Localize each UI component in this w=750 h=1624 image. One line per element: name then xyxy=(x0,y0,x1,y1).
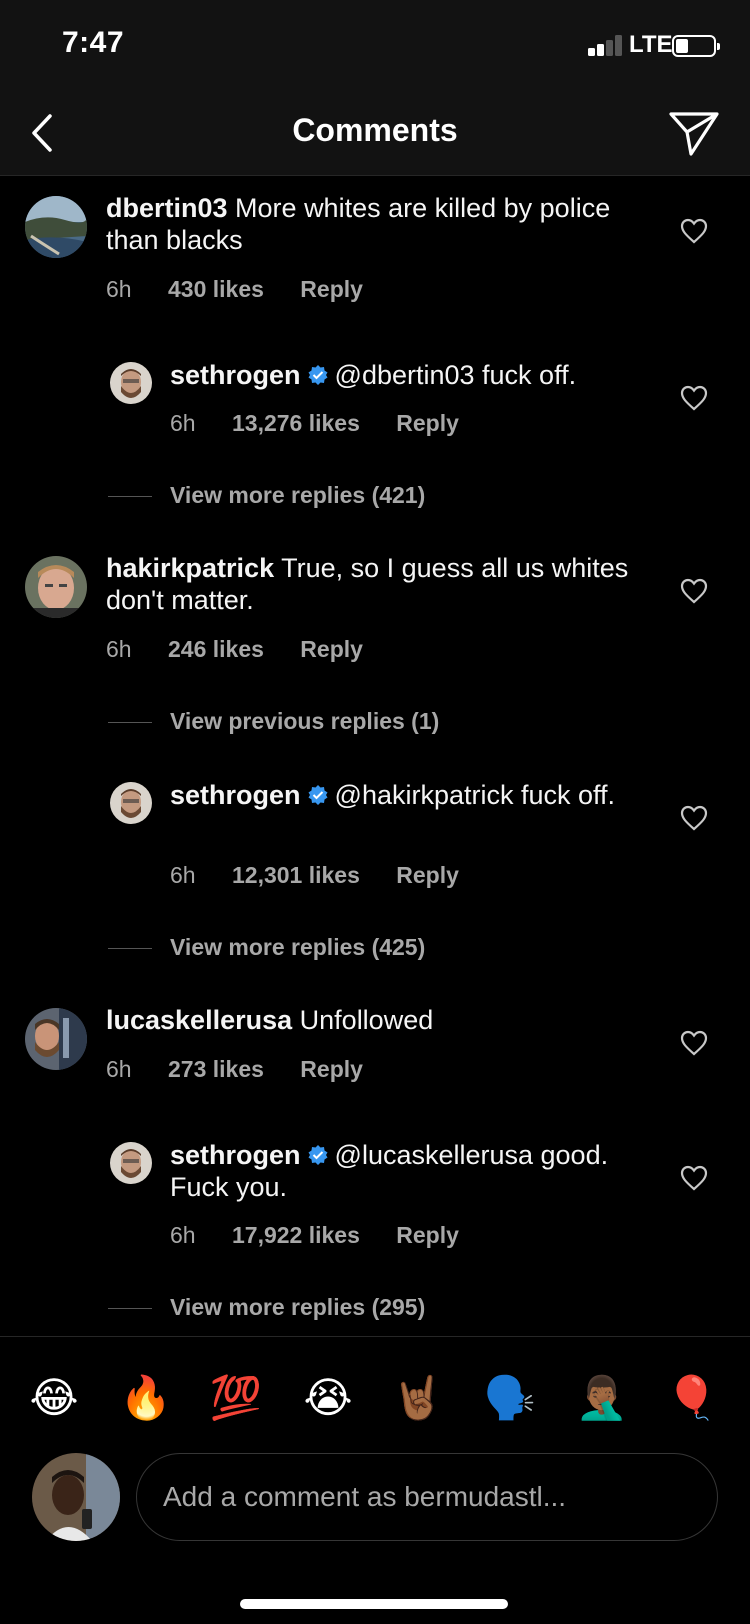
network-type: LTE xyxy=(629,31,673,58)
view-previous-replies[interactable]: View previous replies (1) xyxy=(108,708,439,735)
emoji-rock-on[interactable]: 🤘🏾 xyxy=(388,1373,448,1423)
reply-button[interactable]: Reply xyxy=(300,1056,363,1083)
view-more-replies[interactable]: View more replies (425) xyxy=(108,934,425,961)
heart-icon[interactable] xyxy=(680,578,708,604)
heart-icon[interactable] xyxy=(680,385,708,411)
comment-time: 6h xyxy=(106,276,132,302)
divider-line xyxy=(108,496,152,498)
emoji-crying[interactable]: 😭 xyxy=(298,1373,358,1423)
heart-icon[interactable] xyxy=(680,1165,708,1191)
heart-icon[interactable] xyxy=(680,218,708,244)
current-user-avatar xyxy=(32,1453,120,1541)
reply-time: 6h xyxy=(170,410,196,436)
view-more-replies[interactable]: View more replies (295) xyxy=(108,1294,425,1321)
view-more-replies[interactable]: View more replies (421) xyxy=(108,482,425,509)
comment-time: 6h xyxy=(106,1056,132,1082)
view-more-label: View more replies (421) xyxy=(170,482,426,508)
reply-body: @dbertin03 fuck off. xyxy=(334,360,577,390)
avatar[interactable] xyxy=(25,1008,87,1070)
reply-body: @hakirkpatrick fuck off. xyxy=(334,780,616,810)
home-indicator xyxy=(240,1599,508,1609)
like-count[interactable]: 430 likes xyxy=(168,276,264,303)
avatar[interactable] xyxy=(25,556,87,618)
avatar[interactable] xyxy=(25,196,87,258)
status-time: 7:47 xyxy=(62,26,125,59)
reply-button[interactable]: Reply xyxy=(396,410,459,437)
heart-icon[interactable] xyxy=(680,1030,708,1056)
reply-time: 6h xyxy=(170,862,196,888)
comment-meta: 6h 430 likes Reply xyxy=(106,276,393,303)
comment-body: Unfollowed xyxy=(299,1005,434,1035)
emoji-speaking-head[interactable]: 🗣️ xyxy=(480,1373,540,1423)
verified-badge-icon xyxy=(308,365,328,385)
reply-username[interactable]: sethrogen xyxy=(170,360,301,390)
avatar[interactable] xyxy=(110,782,152,824)
like-count[interactable]: 246 likes xyxy=(168,636,264,663)
emoji-laughing[interactable]: 😂 xyxy=(24,1373,84,1423)
avatar[interactable] xyxy=(110,1142,152,1184)
reply-meta: 6h 12,301 likes Reply xyxy=(170,862,489,889)
reply-button[interactable]: Reply xyxy=(396,1222,459,1249)
battery-icon xyxy=(672,35,720,57)
verified-badge-icon xyxy=(308,785,328,805)
status-bar: 7:47 LTE xyxy=(0,0,750,90)
like-count[interactable]: 12,301 likes xyxy=(232,862,360,889)
reply-meta: 6h 17,922 likes Reply xyxy=(170,1222,489,1249)
comment-meta: 6h 273 likes Reply xyxy=(106,1056,393,1083)
divider-line xyxy=(108,948,152,950)
paper-plane-icon[interactable] xyxy=(668,106,720,158)
comment-text: hakirkpatrick True, so I guess all us wh… xyxy=(106,552,646,616)
reply-username[interactable]: sethrogen xyxy=(170,780,301,810)
emoji-fire[interactable]: 🔥 xyxy=(116,1373,176,1423)
reply-username[interactable]: sethrogen xyxy=(170,1140,301,1170)
comment-username[interactable]: dbertin03 xyxy=(106,193,228,223)
comment-time: 6h xyxy=(106,636,132,662)
reply-button[interactable]: Reply xyxy=(300,276,363,303)
comment-meta: 6h 246 likes Reply xyxy=(106,636,393,663)
reply-meta: 6h 13,276 likes Reply xyxy=(170,410,489,437)
heart-icon[interactable] xyxy=(680,805,708,831)
avatar[interactable] xyxy=(110,362,152,404)
reply-time: 6h xyxy=(170,1222,196,1248)
emoji-hundred[interactable]: 💯 xyxy=(206,1373,266,1423)
page-title: Comments xyxy=(292,112,458,148)
verified-badge-icon xyxy=(308,1145,328,1165)
nav-bar: Comments xyxy=(0,90,750,176)
signal-strength-icon xyxy=(588,34,624,56)
emoji-facepalm[interactable]: 🤦🏾‍♂️ xyxy=(572,1373,632,1423)
like-count[interactable]: 17,922 likes xyxy=(232,1222,360,1249)
comment-username[interactable]: lucaskellerusa xyxy=(106,1005,292,1035)
comment-input[interactable] xyxy=(136,1453,718,1541)
comment-username[interactable]: hakirkpatrick xyxy=(106,553,274,583)
reply-button[interactable]: Reply xyxy=(300,636,363,663)
like-count[interactable]: 13,276 likes xyxy=(232,410,360,437)
reply-text: sethrogen @dbertin03 fuck off. xyxy=(170,359,650,391)
reply-text: sethrogen @lucaskellerusa good. Fuck you. xyxy=(170,1139,650,1203)
emoji-balloon[interactable]: 🎈 xyxy=(662,1373,722,1423)
comment-text: dbertin03 More whites are killed by poli… xyxy=(106,192,646,256)
reply-text: sethrogen @hakirkpatrick fuck off. xyxy=(170,779,650,811)
view-more-label: View more replies (295) xyxy=(170,1294,426,1320)
view-more-label: View more replies (425) xyxy=(170,934,426,960)
view-previous-label: View previous replies (1) xyxy=(170,708,440,734)
comment-text: lucaskellerusa Unfollowed xyxy=(106,1004,646,1036)
reply-button[interactable]: Reply xyxy=(396,862,459,889)
comment-composer: 😂 🔥 💯 😭 🤘🏾 🗣️ 🤦🏾‍♂️ 🎈 xyxy=(0,1336,750,1624)
divider-line xyxy=(108,1308,152,1310)
divider-line xyxy=(108,722,152,724)
like-count[interactable]: 273 likes xyxy=(168,1056,264,1083)
